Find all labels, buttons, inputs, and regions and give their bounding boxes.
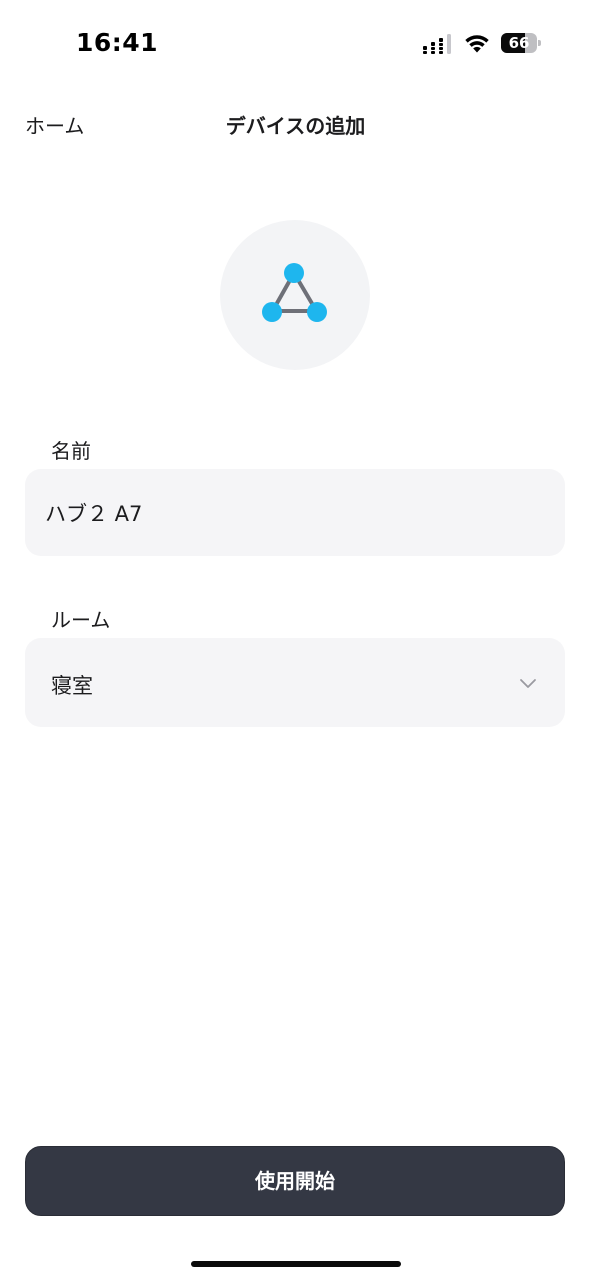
room-select-value: 寝室 bbox=[51, 674, 93, 698]
name-field[interactable] bbox=[45, 469, 545, 556]
status-bar: 16:41 66 bbox=[0, 0, 591, 88]
navigation-bar: デバイスの追加 ホーム bbox=[0, 100, 591, 148]
battery-level-text: 66 bbox=[508, 34, 530, 52]
room-label: ルーム bbox=[51, 608, 111, 632]
status-time: 16:41 bbox=[76, 28, 159, 57]
home-indicator bbox=[191, 1261, 401, 1267]
back-button[interactable]: ホーム bbox=[25, 110, 84, 139]
wifi-icon bbox=[465, 35, 489, 53]
device-icon-container bbox=[220, 220, 370, 370]
hub-triangle-icon bbox=[262, 263, 327, 322]
name-field-container bbox=[25, 469, 565, 556]
start-using-button[interactable]: 使用開始 bbox=[25, 1146, 565, 1216]
room-select[interactable]: 寝室 bbox=[25, 638, 565, 727]
chevron-down-icon[interactable] bbox=[519, 677, 537, 689]
page-title: デバイスの追加 bbox=[225, 114, 366, 138]
battery-icon: 66 bbox=[501, 33, 541, 53]
name-label: 名前 bbox=[51, 439, 91, 463]
cellular-signal-icon bbox=[423, 34, 451, 54]
